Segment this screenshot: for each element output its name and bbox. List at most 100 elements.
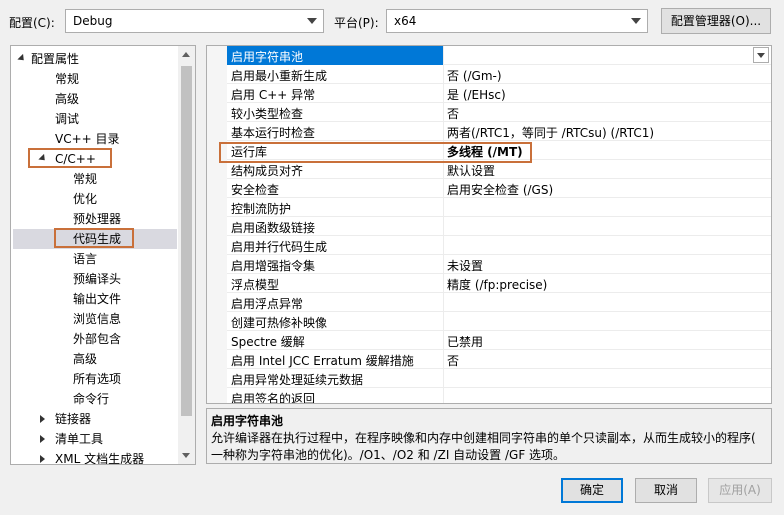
property-row[interactable]: 启用 C++ 异常 是 (/EHsc) <box>227 84 771 103</box>
tree-item[interactable]: 常规 <box>55 69 79 89</box>
tree-item[interactable]: 浏览信息 <box>73 309 121 329</box>
tree-item[interactable]: 预处理器 <box>73 209 121 229</box>
tree-item[interactable]: 配置属性 <box>31 49 79 69</box>
platform-label: 平台(P): <box>334 16 379 30</box>
property-row[interactable]: Spectre 缓解 已禁用 <box>227 331 771 350</box>
column-divider <box>443 388 444 403</box>
property-value[interactable]: 精度 (/fp:precise) <box>447 276 547 293</box>
property-name: Spectre 缓解 <box>231 335 305 349</box>
property-row[interactable]: 启用浮点异常 <box>227 293 771 312</box>
value-dropdown-button[interactable] <box>753 47 769 63</box>
property-value[interactable]: 默认设置 <box>447 162 495 179</box>
property-name: 基本运行时检查 <box>231 126 316 140</box>
column-divider <box>443 198 444 217</box>
property-row[interactable]: 创建可热修补映像 <box>227 312 771 331</box>
tree-item[interactable]: 高级 <box>73 349 97 369</box>
column-divider <box>443 84 444 103</box>
property-row[interactable]: 启用函数级链接 <box>227 217 771 236</box>
property-value[interactable]: 启用安全检查 (/GS) <box>447 181 553 198</box>
property-value[interactable]: 否 <box>447 352 459 369</box>
column-divider <box>443 179 444 198</box>
property-name: 创建可热修补映像 <box>231 316 328 330</box>
column-divider <box>443 65 444 84</box>
property-value[interactable]: 是 (/EHsc) <box>447 86 506 103</box>
column-divider <box>443 236 444 255</box>
scroll-thumb[interactable] <box>181 66 192 416</box>
tree-item[interactable]: VC++ 目录 <box>55 129 120 149</box>
tree-item[interactable]: 优化 <box>73 189 97 209</box>
config-manager-button[interactable]: 配置管理器(O)... <box>661 8 771 34</box>
property-tree[interactable]: 配置属性 常规 高级 调试 VC++ 目录 C/C++ 常规 优化 预处理器 代码生成 语言 预编译头… <box>10 45 196 465</box>
column-divider <box>443 122 444 141</box>
cancel-button[interactable]: 取消 <box>635 478 697 503</box>
property-value[interactable]: 两者(/RTC1，等同于 /RTCsu) (/RTC1) <box>447 124 654 141</box>
highlight-box-codegen <box>54 228 134 248</box>
tree-item[interactable]: 高级 <box>55 89 79 109</box>
expand-closed-icon[interactable] <box>40 435 45 443</box>
tree-item[interactable]: 链接器 <box>55 409 91 429</box>
property-name: 启用异常处理延续元数据 <box>231 373 364 387</box>
property-name: 启用增强指令集 <box>231 259 316 273</box>
property-row[interactable]: 启用异常处理延续元数据 <box>227 369 771 388</box>
property-grid[interactable]: 启用字符串池启用最小重新生成 否 (/Gm-) 启用 C++ 异常 是 (/EHsc)… <box>206 45 772 404</box>
column-divider <box>443 255 444 274</box>
property-row[interactable]: 较小类型检查 否 <box>227 103 771 122</box>
description-line-2: 一种称为字符串池的优化)。/O1、/O2 和 /ZI 自动设置 /GF 选项。 <box>211 448 566 462</box>
tree-item[interactable]: 预编译头 <box>73 269 121 289</box>
column-divider <box>443 46 444 65</box>
tree-item[interactable]: 命令行 <box>73 389 109 409</box>
highlight-box-cpp <box>28 148 112 168</box>
tree-item[interactable]: 语言 <box>73 249 97 269</box>
property-name: 启用字符串池 <box>231 50 304 64</box>
ok-button[interactable]: 确定 <box>561 478 623 503</box>
property-name: 启用签名的返回 <box>231 392 316 404</box>
chevron-down-icon <box>631 18 641 24</box>
tree-item[interactable]: 常规 <box>73 169 97 189</box>
tree-item[interactable]: 清单工具 <box>55 429 103 449</box>
property-row[interactable]: 启用签名的返回 <box>227 388 771 404</box>
platform-dropdown[interactable]: x64 <box>386 9 648 33</box>
tree-item[interactable]: XML 文档生成器 <box>55 449 144 464</box>
tree-item[interactable]: 调试 <box>55 109 79 129</box>
property-row[interactable]: 启用字符串池 <box>227 46 771 65</box>
description-text: 允许编译器在执行过程中，在程序映像和内存中创建相同字符串的单个只读副本，从而生成… <box>211 430 767 464</box>
property-row[interactable]: 浮点模型 精度 (/fp:precise) <box>227 274 771 293</box>
property-row[interactable]: 安全检查 启用安全检查 (/GS) <box>227 179 771 198</box>
property-name: 控制流防护 <box>231 202 292 216</box>
property-value[interactable]: 已禁用 <box>447 333 483 350</box>
column-divider <box>443 217 444 236</box>
property-name: 较小类型检查 <box>231 107 304 121</box>
chevron-down-icon <box>757 53 765 58</box>
column-divider <box>443 293 444 312</box>
property-row[interactable]: 启用最小重新生成 否 (/Gm-) <box>227 65 771 84</box>
property-name: 启用最小重新生成 <box>231 69 328 83</box>
apply-button[interactable]: 应用(A) <box>708 478 772 503</box>
property-row[interactable]: 启用并行代码生成 <box>227 236 771 255</box>
tree-item[interactable]: 外部包含 <box>73 329 121 349</box>
property-row[interactable]: 基本运行时检查 两者(/RTC1，等同于 /RTCsu) (/RTC1) <box>227 122 771 141</box>
config-label: 配置(C): <box>9 16 55 30</box>
scroll-up-icon[interactable] <box>182 52 190 57</box>
property-value[interactable]: 否 <box>447 105 459 122</box>
tree-item[interactable]: 所有选项 <box>73 369 121 389</box>
column-divider <box>443 312 444 331</box>
column-divider <box>443 274 444 293</box>
property-row[interactable]: 启用增强指令集 未设置 <box>227 255 771 274</box>
configuration-value: Debug <box>73 14 113 28</box>
tree-scrollbar[interactable] <box>178 46 195 464</box>
highlight-box-runtime-library <box>219 142 532 163</box>
scroll-down-icon[interactable] <box>182 453 190 458</box>
tree-item[interactable]: 输出文件 <box>73 289 121 309</box>
property-row[interactable]: 启用 Intel JCC Erratum 缓解措施 否 <box>227 350 771 369</box>
property-value[interactable]: 否 (/Gm-) <box>447 67 502 84</box>
configuration-dropdown[interactable]: Debug <box>65 9 324 33</box>
property-value[interactable]: 未设置 <box>447 257 483 274</box>
expand-closed-icon[interactable] <box>40 415 45 423</box>
platform-value: x64 <box>394 14 417 28</box>
column-divider <box>443 369 444 388</box>
property-row[interactable]: 控制流防护 <box>227 198 771 217</box>
property-name: 结构成员对齐 <box>231 164 304 178</box>
expand-closed-icon[interactable] <box>40 455 45 463</box>
property-name: 启用浮点异常 <box>231 297 304 311</box>
expand-open-icon[interactable] <box>17 53 27 64</box>
